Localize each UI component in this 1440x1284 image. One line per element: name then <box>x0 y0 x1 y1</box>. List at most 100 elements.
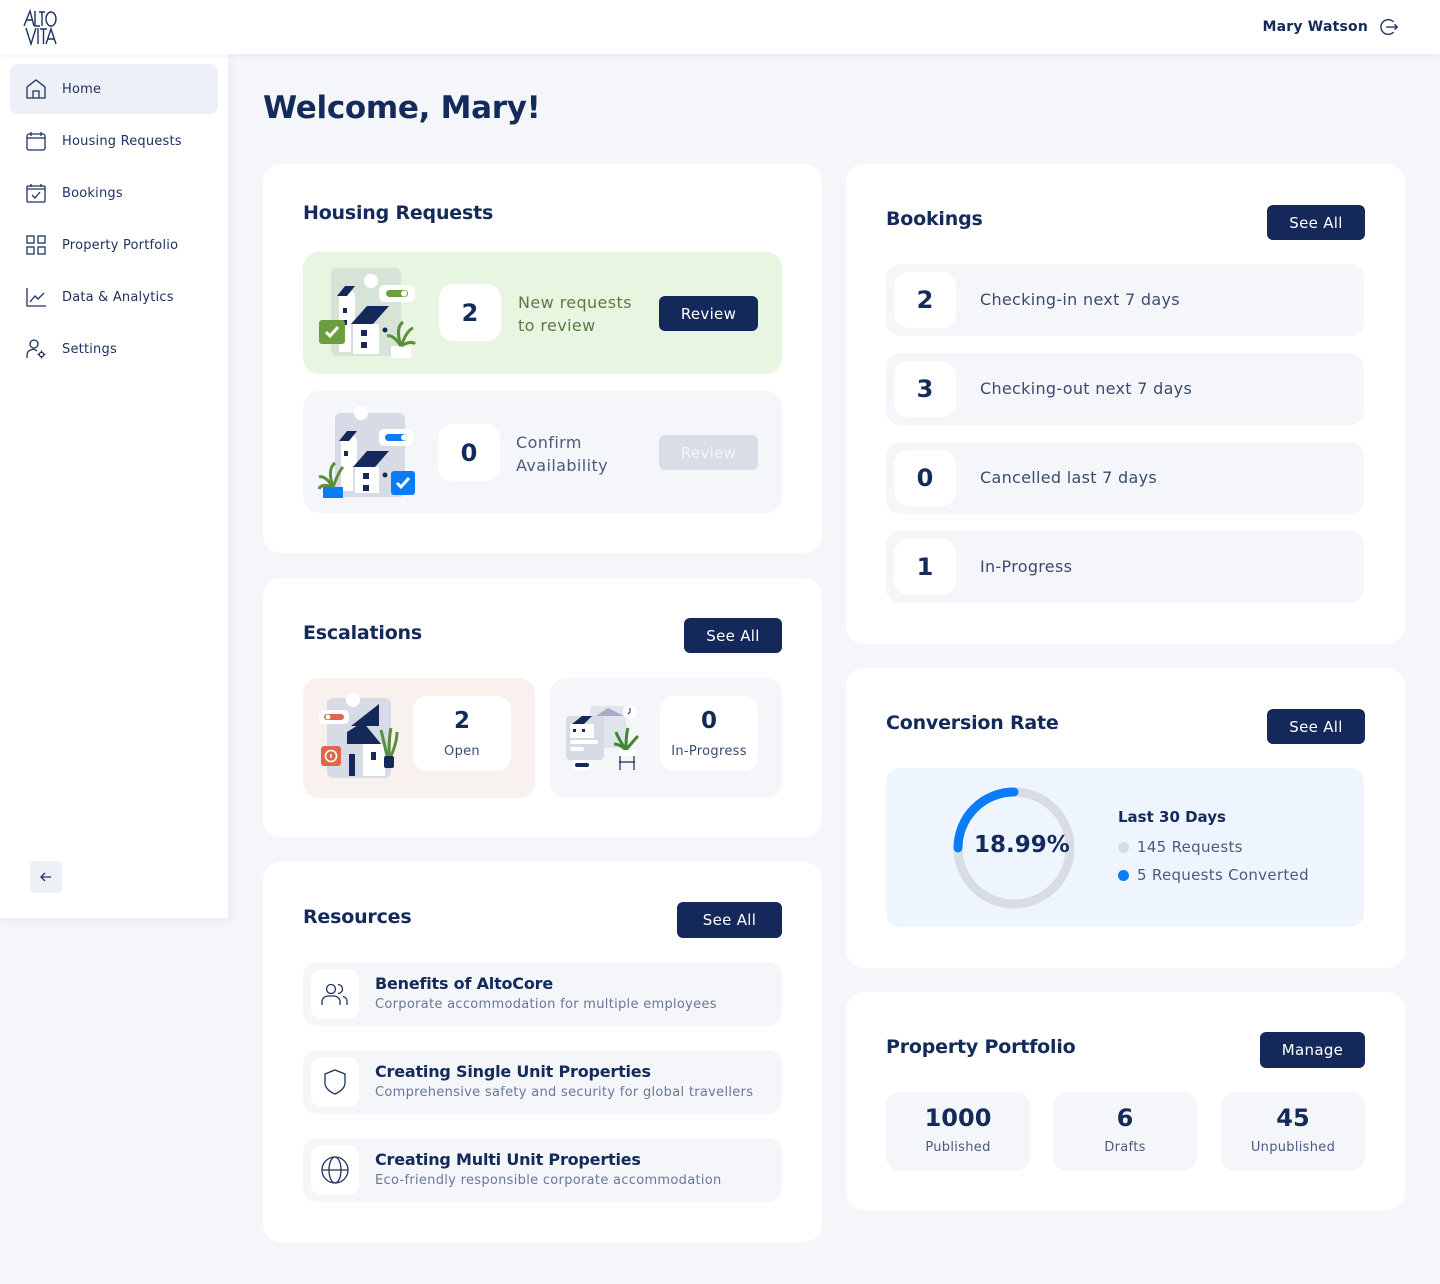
escalations-open-tile[interactable]: 2 Open <box>303 678 535 798</box>
escalations-in-progress-label: In-Progress <box>671 744 747 759</box>
booking-row[interactable]: 2 Checking-in next 7 days <box>886 264 1364 336</box>
label-line: New requests <box>518 293 632 312</box>
home-icon <box>24 77 48 101</box>
stat-label: Unpublished <box>1250 1140 1336 1155</box>
resources-card: Resources See All Benefits of AltoCore C… <box>263 862 822 1242</box>
sidebar: Home Housing Requests Bookings Property … <box>0 54 228 918</box>
card-title: Escalations <box>303 622 422 644</box>
resource-subtitle: Corporate accommodation for multiple emp… <box>375 997 717 1012</box>
user-menu[interactable]: Mary Watson <box>1263 16 1400 38</box>
label-line: Confirm <box>516 433 582 452</box>
booking-count: 2 <box>894 272 956 328</box>
stat-label: Drafts <box>1104 1140 1146 1155</box>
escalations-in-progress-stat: 0 In-Progress <box>660 696 758 771</box>
card-title: Resources <box>303 906 412 928</box>
escalations-open-stat: 2 Open <box>413 696 511 771</box>
legend-label: 5 Requests Converted <box>1137 866 1309 884</box>
conversion-period: Last 30 Days <box>1118 808 1226 826</box>
resource-title: Creating Single Unit Properties <box>375 1062 651 1081</box>
calendar-icon <box>24 129 48 153</box>
sidebar-item-label: Property Portfolio <box>62 237 179 253</box>
page-title: Welcome, Mary! <box>263 90 541 126</box>
booking-label: Cancelled last 7 days <box>980 468 1158 487</box>
review-new-requests-button[interactable]: Review <box>659 296 758 331</box>
portfolio-stat-unpublished[interactable]: 45 Unpublished <box>1221 1092 1365 1171</box>
sidebar-item-settings[interactable]: Settings <box>10 324 218 374</box>
card-title: Property Portfolio <box>886 1036 1076 1058</box>
top-bar: Mary Watson <box>0 0 1440 54</box>
booking-count: 1 <box>894 539 956 595</box>
label-line: to review <box>518 316 596 335</box>
escalations-see-all-button[interactable]: See All <box>684 618 782 653</box>
stat-label: Published <box>925 1140 991 1155</box>
sidebar-item-housing-requests[interactable]: Housing Requests <box>10 116 218 166</box>
booking-label: Checking-out next 7 days <box>980 379 1193 398</box>
alto-vita-logo[interactable] <box>22 8 62 48</box>
escalations-in-progress-count: 0 <box>700 708 717 734</box>
card-title: Housing Requests <box>303 202 494 224</box>
resource-item[interactable]: Creating Single Unit Properties Comprehe… <box>303 1050 782 1114</box>
legend-dot <box>1118 869 1129 881</box>
review-availability-button[interactable]: Review <box>659 435 758 470</box>
new-requests-count: 2 <box>439 284 501 341</box>
globe-icon <box>311 1145 359 1195</box>
conversion-panel: 18.99% Last 30 Days 145 Requests 5 Reque… <box>886 768 1364 927</box>
booking-label: Checking-in next 7 days <box>980 290 1180 309</box>
line-chart-icon <box>24 285 48 309</box>
sidebar-item-property-portfolio[interactable]: Property Portfolio <box>10 220 218 270</box>
house-alert-illustration <box>319 693 399 778</box>
stat-count: 6 <box>1116 1104 1134 1132</box>
house-approval-illustration <box>319 268 417 358</box>
legend-requests: 145 Requests <box>1118 838 1243 856</box>
sidebar-item-label: Settings <box>62 341 117 357</box>
resources-see-all-button[interactable]: See All <box>677 902 782 938</box>
conversion-rate-card: Conversion Rate See All 18.99% Last 30 D… <box>846 668 1405 968</box>
booking-row[interactable]: 1 In-Progress <box>886 531 1364 603</box>
resource-item[interactable]: Creating Multi Unit Properties Eco-frien… <box>303 1138 782 1202</box>
escalations-card: Escalations See All 2 Open 0 In-Progress <box>263 578 822 837</box>
collapse-sidebar-button[interactable] <box>30 861 62 893</box>
grid-icon <box>24 233 48 257</box>
conversion-see-all-button[interactable]: See All <box>1267 709 1365 744</box>
booking-row[interactable]: 0 Cancelled last 7 days <box>886 442 1364 514</box>
new-requests-tile: 2 New requests to review Review <box>303 252 782 374</box>
label-line: Availability <box>516 456 609 475</box>
manage-portfolio-button[interactable]: Manage <box>1260 1032 1365 1068</box>
resource-title: Benefits of AltoCore <box>375 974 553 993</box>
sidebar-item-label: Bookings <box>62 185 123 201</box>
confirm-availability-tile: 0 Confirm Availability Review <box>303 391 782 513</box>
sidebar-item-home[interactable]: Home <box>10 64 218 114</box>
bookings-see-all-button[interactable]: See All <box>1267 205 1365 240</box>
card-title: Conversion Rate <box>886 712 1059 734</box>
resource-item[interactable]: Benefits of AltoCore Corporate accommoda… <box>303 962 782 1026</box>
portfolio-stat-published[interactable]: 1000 Published <box>886 1092 1030 1171</box>
sidebar-item-label: Housing Requests <box>62 133 182 149</box>
bookings-card: Bookings See All 2 Checking-in next 7 da… <box>846 164 1405 644</box>
shield-icon <box>311 1057 359 1107</box>
legend-label: 145 Requests <box>1137 838 1243 856</box>
card-title: Bookings <box>886 208 983 230</box>
stat-count: 1000 <box>924 1104 992 1132</box>
sidebar-item-label: Data & Analytics <box>62 289 174 305</box>
resource-title: Creating Multi Unit Properties <box>375 1150 641 1169</box>
new-requests-label: New requests to review <box>518 291 632 337</box>
confirm-availability-label: Confirm Availability <box>516 431 608 477</box>
escalations-in-progress-tile[interactable]: 0 In-Progress <box>550 678 782 798</box>
conversion-percent: 18.99% <box>974 832 1070 858</box>
property-portfolio-card: Property Portfolio Manage 1000 Published… <box>846 992 1405 1210</box>
user-name: Mary Watson <box>1262 19 1368 35</box>
resource-subtitle: Comprehensive safety and security for gl… <box>375 1085 754 1100</box>
booking-count: 3 <box>894 361 956 417</box>
confirm-availability-count: 0 <box>438 424 500 481</box>
house-availability-illustration <box>317 406 415 498</box>
escalations-open-label: Open <box>444 744 480 759</box>
arrow-left-icon <box>40 872 51 882</box>
logout-icon[interactable] <box>1378 16 1400 38</box>
legend-converted: 5 Requests Converted <box>1118 866 1309 884</box>
users-icon <box>311 969 359 1019</box>
sidebar-item-data-analytics[interactable]: Data & Analytics <box>10 272 218 322</box>
sidebar-item-bookings[interactable]: Bookings <box>10 168 218 218</box>
booking-label: In-Progress <box>980 557 1073 576</box>
booking-row[interactable]: 3 Checking-out next 7 days <box>886 353 1364 425</box>
portfolio-stat-drafts[interactable]: 6 Drafts <box>1053 1092 1197 1171</box>
